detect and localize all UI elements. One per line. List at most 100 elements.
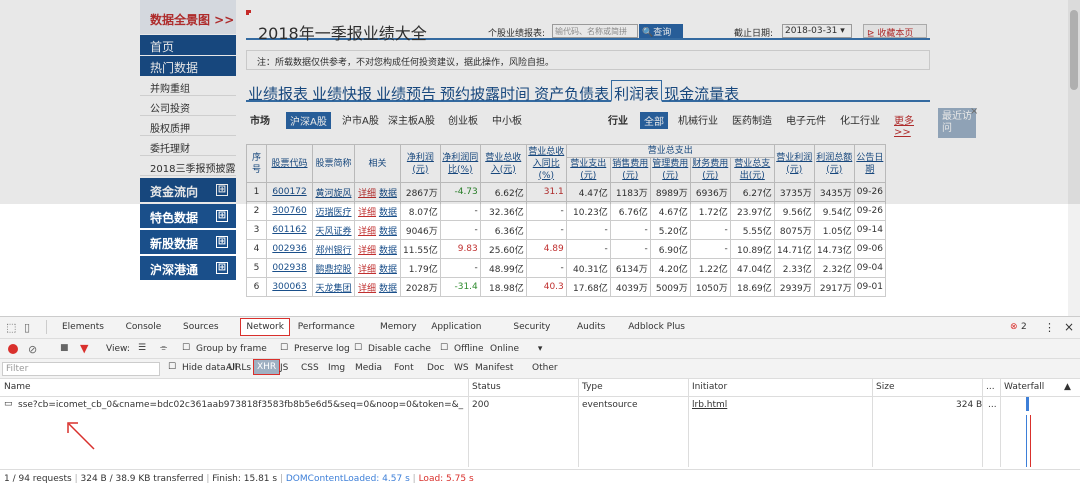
- devtools-tab-memory[interactable]: Memory: [380, 322, 417, 332]
- col-exp-mgmt-link[interactable]: 管理费用(元): [652, 159, 688, 181]
- col-rev-yoy[interactable]: 营业总收入同比(%): [525, 144, 567, 183]
- table-row[interactable]: 6 300063 天龙集团 详细 数据 2028万 -31.4 18.98亿 40.3 17.6…: [246, 277, 886, 297]
- stock-search-input[interactable]: 输代码、名称或简拼: [552, 24, 638, 38]
- offline-checkbox[interactable]: ☐: [440, 343, 448, 353]
- col-netprofit-link[interactable]: 净利润(元): [407, 153, 434, 175]
- devtools-tab-console[interactable]: Console: [126, 322, 162, 332]
- table-row[interactable]: 4 002936 郑州银行 详细 数据 11.55亿 9.83 25.60亿 4.89- -6.…: [246, 239, 886, 259]
- table-row[interactable]: 3 601162 天风证券 详细 数据 9046万 -6.36亿 - - -5.20亿 -5.55…: [246, 220, 886, 240]
- plus-icon[interactable]: ⊞: [216, 236, 228, 248]
- stock-code-link[interactable]: 300760: [272, 206, 306, 216]
- sidebar-item-5[interactable]: 委托理财: [140, 136, 236, 156]
- col-exp-op[interactable]: 营业支出(元): [565, 157, 611, 183]
- col-op-profit-link[interactable]: 营业利润(元): [776, 153, 812, 175]
- sidebar-item-6[interactable]: 2018三季报预披露: [140, 156, 236, 176]
- data-link[interactable]: 数据: [379, 246, 397, 256]
- col-total-profit[interactable]: 利润总额(元): [813, 144, 855, 183]
- col-exp-sales[interactable]: 销售费用(元): [609, 157, 651, 183]
- col-exp-mgmt[interactable]: 管理费用(元): [649, 157, 691, 183]
- col-revenue[interactable]: 营业总收入(元): [479, 144, 527, 183]
- industry-filter-all[interactable]: 全部: [640, 112, 668, 129]
- col-rev-yoy-link[interactable]: 营业总收入同比(%): [528, 147, 564, 181]
- col-code[interactable]: 股票代码: [266, 144, 313, 183]
- throttling-select[interactable]: Online ▾: [490, 344, 542, 354]
- size-column-header[interactable]: Size: [876, 382, 894, 392]
- col-exp-fin-link[interactable]: 财务费用(元): [692, 159, 728, 181]
- disable-cache-checkbox[interactable]: ☐: [354, 343, 362, 353]
- page-scrollbar[interactable]: [1068, 0, 1080, 316]
- devtools-tab-network[interactable]: Network: [240, 318, 290, 336]
- col-exp-total-link[interactable]: 营业总支出(元): [734, 159, 770, 181]
- sidebar-section-0[interactable]: 资金流向 ⊞: [140, 178, 236, 202]
- stock-name-link[interactable]: 鹏鼎控股: [315, 265, 351, 275]
- scrollbar-thumb[interactable]: [1070, 10, 1078, 90]
- request-name[interactable]: sse?cb=icomet_cb_0&cname=bdc02c361aab973…: [18, 400, 464, 410]
- capture-screenshots-icon[interactable]: ■: [60, 343, 69, 353]
- col-ann-date-link[interactable]: 公告日期: [856, 153, 883, 175]
- col-exp-fin[interactable]: 财务费用(元): [689, 157, 731, 183]
- devtools-tab-performance[interactable]: Performance: [298, 322, 355, 332]
- record-icon[interactable]: [8, 344, 18, 354]
- devtools-tab-application[interactable]: Application: [431, 322, 481, 332]
- initiator-column-header[interactable]: Initiator: [692, 382, 727, 392]
- large-rows-icon[interactable]: ☰: [138, 343, 146, 353]
- col-code-link[interactable]: 股票代码: [271, 159, 307, 169]
- data-link[interactable]: 数据: [379, 265, 397, 275]
- stock-name-link[interactable]: 迈瑞医疗: [315, 208, 351, 218]
- stock-name-link[interactable]: 郑州银行: [315, 246, 351, 256]
- detail-link[interactable]: 详细: [358, 189, 376, 199]
- col-np-yoy-link[interactable]: 净利润同比(%): [442, 153, 478, 175]
- tab-report-4[interactable]: 资产负债表: [532, 81, 611, 103]
- type-filter-all[interactable]: All: [226, 363, 237, 373]
- date-select[interactable]: 2018-03-31 ▾: [782, 24, 852, 38]
- tab-report-1[interactable]: 业绩快报: [310, 81, 374, 103]
- industry-filter-chemical[interactable]: 化工行业: [840, 112, 880, 127]
- status-column-header[interactable]: Status: [472, 382, 501, 392]
- request-initiator-link[interactable]: lrb.html: [692, 400, 727, 410]
- col-exp-op-link[interactable]: 营业支出(元): [570, 159, 606, 181]
- data-overview-link[interactable]: 数据全景图 >>: [140, 0, 236, 34]
- devtools-tab-security[interactable]: Security: [513, 322, 550, 332]
- device-toolbar-icon[interactable]: ▯: [24, 321, 30, 334]
- detail-link[interactable]: 详细: [358, 208, 376, 218]
- type-filter-js[interactable]: JS: [280, 363, 288, 373]
- detail-link[interactable]: 详细: [358, 246, 376, 256]
- filter-icon[interactable]: ▼: [80, 342, 88, 355]
- type-filter-doc[interactable]: Doc: [427, 363, 444, 373]
- sidebar-section-1[interactable]: 特色数据 ⊞: [140, 204, 236, 228]
- sidebar-item-4[interactable]: 股权质押: [140, 116, 236, 136]
- close-icon[interactable]: ×: [970, 106, 978, 117]
- data-link[interactable]: 数据: [379, 284, 397, 294]
- market-filter-sz-main[interactable]: 深主板A股: [388, 112, 435, 127]
- type-filter-xhr[interactable]: XHR: [253, 359, 281, 375]
- detail-link[interactable]: 详细: [358, 265, 376, 275]
- table-row[interactable]: 1 600172 黄河旋风 详细 数据 2867万 -4.73 6.62亿 31.1 4.47亿…: [246, 182, 886, 202]
- col-np-yoy[interactable]: 净利润同比(%): [439, 144, 481, 183]
- table-row[interactable]: 2 300760 迈瑞医疗 详细 数据 8.07亿 -32.36亿 -10.23亿 6.76亿…: [246, 201, 886, 221]
- inspect-icon[interactable]: ⬚: [6, 321, 16, 334]
- industry-filter-machinery[interactable]: 机械行业: [678, 112, 718, 127]
- type-filter-media[interactable]: Media: [355, 363, 382, 373]
- sidebar-section-2[interactable]: 新股数据 ⊞: [140, 230, 236, 254]
- sidebar-item-0[interactable]: 首页: [140, 35, 236, 55]
- col-op-profit[interactable]: 营业利润(元): [773, 144, 815, 183]
- market-filter-sme[interactable]: 中小板: [492, 112, 522, 127]
- data-link[interactable]: 数据: [379, 227, 397, 237]
- plus-icon[interactable]: ⊞: [216, 262, 228, 274]
- type-column-header[interactable]: Type: [582, 382, 603, 392]
- industry-filter-electronics[interactable]: 电子元件: [786, 112, 826, 127]
- type-filter-css[interactable]: CSS: [301, 363, 319, 373]
- more-menu-icon[interactable]: ⋮: [1044, 321, 1055, 334]
- overview-icon[interactable]: ⌯: [160, 343, 167, 353]
- sidebar-item-1[interactable]: 热门数据: [140, 56, 236, 76]
- tab-report-6[interactable]: 现金流量表: [662, 81, 741, 103]
- market-filter-hs-a[interactable]: 沪深A股: [286, 112, 331, 129]
- col-exp-total[interactable]: 营业总支出(元): [729, 157, 775, 183]
- type-filter-manifest[interactable]: Manifest: [475, 363, 513, 373]
- plus-icon[interactable]: ⊞: [216, 210, 228, 222]
- type-filter-img[interactable]: Img: [328, 363, 345, 373]
- tab-report-3[interactable]: 预约披露时间: [438, 81, 532, 103]
- clear-icon[interactable]: ⊘: [28, 343, 37, 356]
- data-link[interactable]: 数据: [379, 189, 397, 199]
- preserve-log-checkbox[interactable]: ☐: [280, 343, 288, 353]
